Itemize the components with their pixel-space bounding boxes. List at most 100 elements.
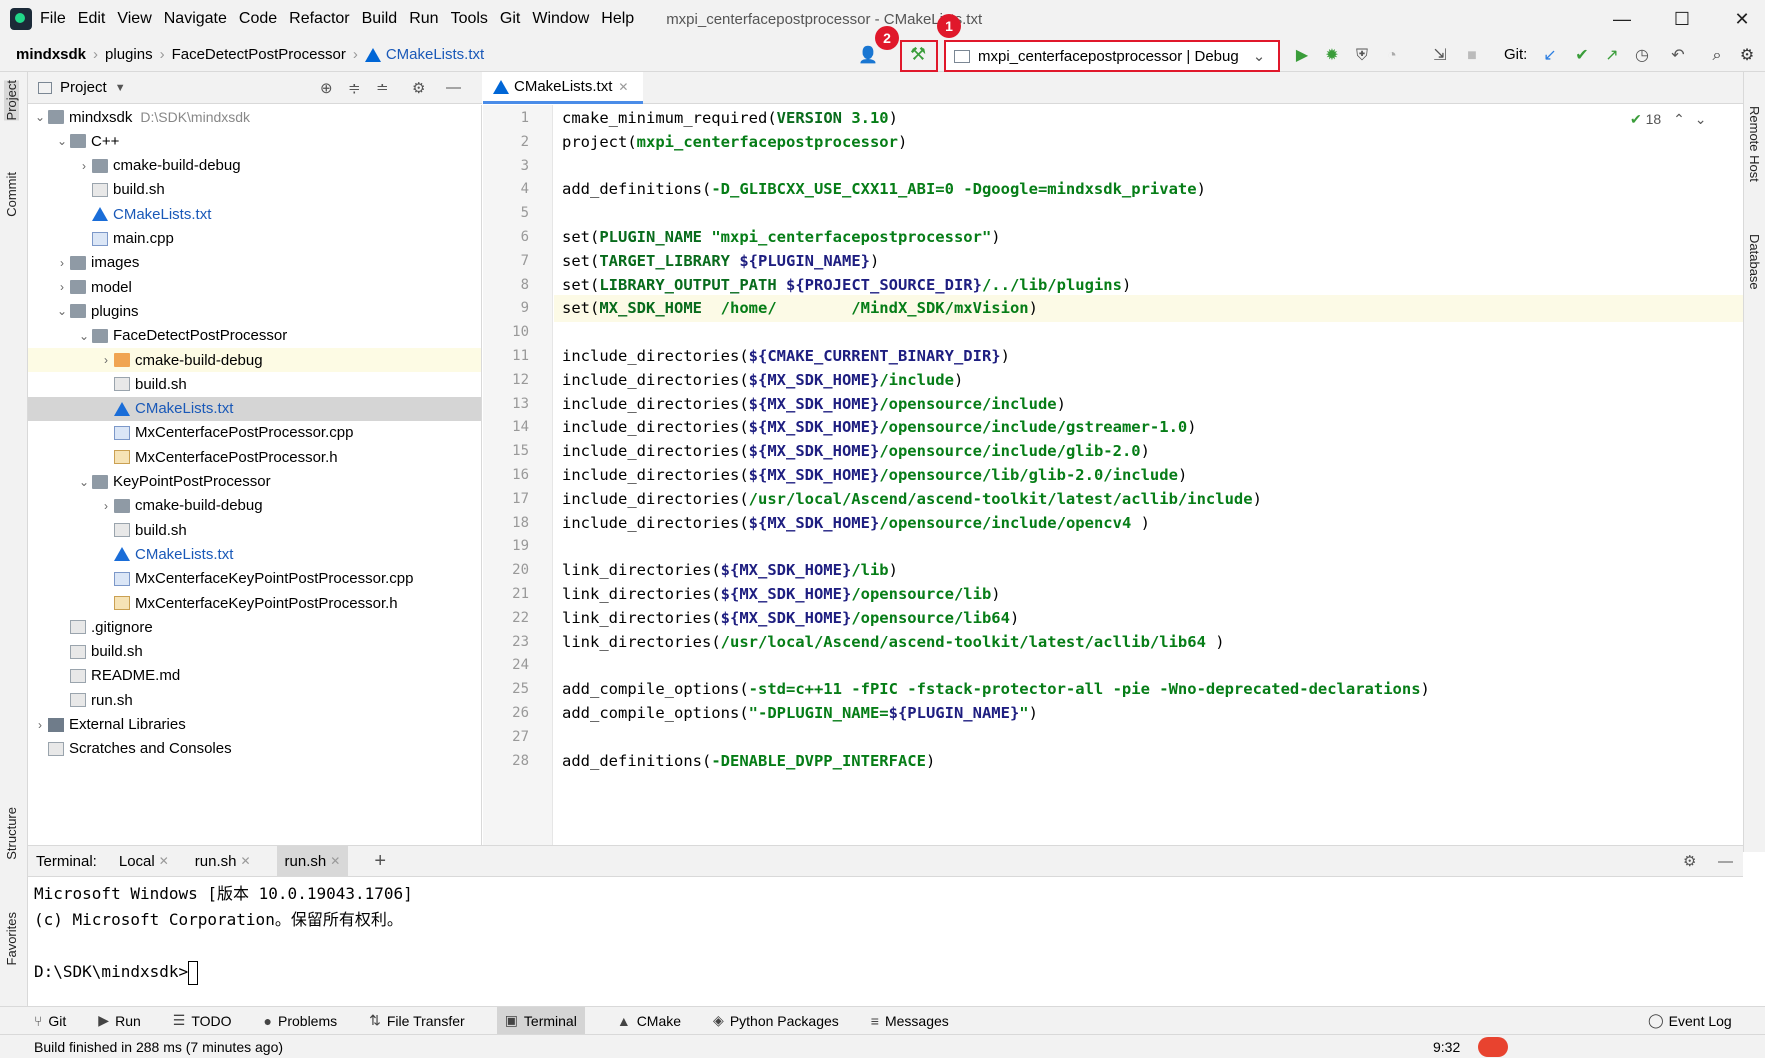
tree-item[interactable]: build.sh xyxy=(28,178,481,202)
run-configuration-select[interactable]: mxpi_centerfacepostprocessor | Debug ⌄ xyxy=(944,40,1280,72)
tool-terminal[interactable]: ▣ Terminal xyxy=(496,1006,585,1035)
chevron-right-icon[interactable]: › xyxy=(98,499,114,513)
tool-python-packages[interactable]: ◈ Python Packages xyxy=(713,1012,839,1029)
collapse-all-icon[interactable]: ≐ xyxy=(376,79,389,97)
tree-item[interactable]: build.sh xyxy=(28,640,481,664)
tree-item[interactable]: README.md xyxy=(28,664,481,688)
close-tab-icon[interactable]: ✕ xyxy=(330,854,340,868)
tree-item[interactable]: .gitignore xyxy=(28,615,481,639)
new-terminal-icon[interactable]: + xyxy=(374,850,386,873)
tree-item[interactable]: MxCenterfacePostProcessor.cpp xyxy=(28,421,481,445)
structure-tool-tab[interactable]: Structure xyxy=(4,807,19,860)
remote-host-tab[interactable]: Remote Host xyxy=(1747,106,1762,182)
tool-problems[interactable]: ● Problems xyxy=(264,1013,338,1029)
expand-all-icon[interactable]: ≑ xyxy=(348,79,361,97)
hide-panel-icon[interactable]: — xyxy=(446,79,461,96)
git-update-icon[interactable]: ↙ xyxy=(1538,44,1562,68)
tree-item[interactable]: › External Libraries xyxy=(28,713,481,737)
tree-item[interactable]: › cmake-build-debug xyxy=(28,348,481,372)
inspection-widget[interactable]: ✔ 18 ⌃ ⌄ xyxy=(1630,111,1706,128)
tree-item[interactable]: MxCenterfacePostProcessor.h xyxy=(28,445,481,469)
menu-navigate[interactable]: Navigate xyxy=(164,10,227,28)
project-panel-title[interactable]: Project xyxy=(60,79,107,96)
stop-icon[interactable]: ■ xyxy=(1460,44,1484,68)
chevron-right-icon[interactable]: › xyxy=(32,718,48,732)
project-tool-tab[interactable]: Project xyxy=(4,80,19,121)
tree-item[interactable]: ⌄ KeyPointPostProcessor xyxy=(28,470,481,494)
tool-git[interactable]: ⑂ Git xyxy=(34,1013,66,1029)
tree-item[interactable]: › cmake-build-debug xyxy=(28,494,481,518)
hide-panel-icon[interactable]: — xyxy=(1718,853,1733,870)
menu-code[interactable]: Code xyxy=(239,10,277,28)
chevron-down-icon[interactable]: ⌄ xyxy=(54,304,70,318)
locate-icon[interactable]: ⊕ xyxy=(320,79,333,97)
chevron-down-icon[interactable]: ▼ xyxy=(115,82,126,94)
tree-item[interactable]: main.cpp xyxy=(28,227,481,251)
menu-tools[interactable]: Tools xyxy=(451,10,488,28)
git-commit-icon[interactable]: ✔ xyxy=(1570,44,1594,68)
menu-edit[interactable]: Edit xyxy=(78,10,106,28)
database-tab[interactable]: Database xyxy=(1747,234,1762,290)
profile-icon[interactable]: ◔ xyxy=(1380,44,1404,68)
user-icon[interactable]: 👤 xyxy=(856,44,880,68)
tree-item[interactable]: › images xyxy=(28,251,481,275)
tree-item[interactable]: build.sh xyxy=(28,518,481,542)
search-icon[interactable]: ⌕ xyxy=(1705,44,1729,68)
tree-item[interactable]: › model xyxy=(28,275,481,299)
coverage-icon[interactable]: ⛨ xyxy=(1350,44,1374,68)
terminal-tab-run1[interactable]: run.sh ✕ xyxy=(195,853,251,870)
code-editor[interactable]: ✔ 18 ⌃ ⌄ cmake_minimum_required(VERSION … xyxy=(554,105,1743,845)
tree-item[interactable]: CMakeLists.txt xyxy=(28,542,481,566)
breadcrumb-file[interactable]: CMakeLists.txt xyxy=(386,46,484,63)
breadcrumb-plugins[interactable]: plugins xyxy=(105,46,153,63)
terminal-output[interactable]: Microsoft Windows [版本 10.0.19043.1706] (… xyxy=(28,877,1743,1005)
tab-cmakelists[interactable]: CMakeLists.txt ✕ xyxy=(483,72,643,104)
event-log[interactable]: ◯ Event Log xyxy=(1648,1012,1732,1029)
attach-icon[interactable]: ⇲ xyxy=(1428,44,1452,68)
tree-item[interactable]: build.sh xyxy=(28,372,481,396)
breadcrumb-root[interactable]: mindxsdk xyxy=(16,46,86,63)
chevron-up-icon[interactable]: ⌃ xyxy=(1673,111,1685,127)
tree-item[interactable]: run.sh xyxy=(28,688,481,712)
tool-cmake[interactable]: ▲ CMake xyxy=(617,1013,681,1029)
maximize-icon[interactable]: ☐ xyxy=(1662,6,1702,32)
minimize-icon[interactable]: — xyxy=(1602,6,1642,32)
close-window-icon[interactable]: ✕ xyxy=(1722,6,1762,32)
history-icon[interactable]: ◷ xyxy=(1630,44,1654,68)
commit-tool-tab[interactable]: Commit xyxy=(4,172,19,217)
tree-item[interactable]: Scratches and Consoles xyxy=(28,737,481,761)
terminal-tab-run2[interactable]: run.sh ✕ xyxy=(276,846,349,876)
rollback-icon[interactable]: ↶ xyxy=(1666,44,1690,68)
chevron-right-icon[interactable]: › xyxy=(54,256,70,270)
menu-file[interactable]: File xyxy=(40,10,66,28)
terminal-tab-local[interactable]: Local ✕ xyxy=(119,853,169,870)
menu-build[interactable]: Build xyxy=(362,10,398,28)
chevron-right-icon[interactable]: › xyxy=(76,159,92,173)
chevron-right-icon[interactable]: › xyxy=(54,280,70,294)
menu-view[interactable]: View xyxy=(117,10,151,28)
chevron-down-icon[interactable]: ⌄ xyxy=(54,134,70,148)
debug-icon[interactable]: ✹ xyxy=(1320,44,1344,68)
tree-item[interactable]: MxCenterfaceKeyPointPostProcessor.h xyxy=(28,591,481,615)
menu-window[interactable]: Window xyxy=(532,10,589,28)
tree-item[interactable]: CMakeLists.txt xyxy=(28,202,481,226)
settings-gear-icon[interactable]: ⚙ xyxy=(1735,44,1759,68)
menu-refactor[interactable]: Refactor xyxy=(289,10,349,28)
close-tab-icon[interactable]: ✕ xyxy=(240,854,250,868)
chevron-down-icon[interactable]: ⌄ xyxy=(76,329,92,343)
tool-todo[interactable]: ☰ TODO xyxy=(173,1012,232,1029)
gear-icon[interactable]: ⚙ xyxy=(412,79,425,97)
tool-run[interactable]: ▶ Run xyxy=(98,1012,140,1029)
tree-item[interactable]: ⌄ C++ xyxy=(28,129,481,153)
menu-run[interactable]: Run xyxy=(409,10,438,28)
breadcrumb-facedetect[interactable]: FaceDetectPostProcessor xyxy=(172,46,346,63)
build-button[interactable]: ⚒ xyxy=(900,40,938,72)
tree-item[interactable]: ⌄ mindxsdk D:\SDK\mindxsdk xyxy=(28,105,481,129)
tree-item[interactable]: ⌄ FaceDetectPostProcessor xyxy=(28,324,481,348)
tree-item[interactable]: ⌄ plugins xyxy=(28,299,481,323)
menu-git[interactable]: Git xyxy=(500,10,520,28)
tree-item[interactable]: › cmake-build-debug xyxy=(28,154,481,178)
tool-messages[interactable]: ≡ Messages xyxy=(871,1013,949,1029)
chevron-down-icon[interactable]: ⌄ xyxy=(1695,111,1707,127)
tool-file-transfer[interactable]: ⇅ File Transfer xyxy=(369,1012,465,1029)
